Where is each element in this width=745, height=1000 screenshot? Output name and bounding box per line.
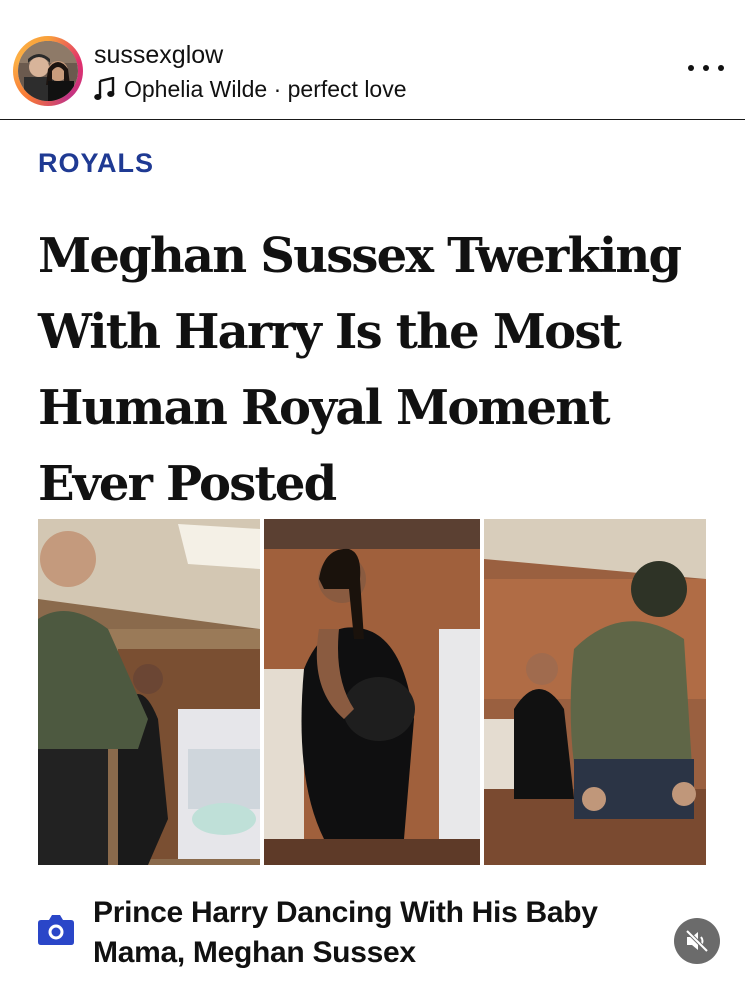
camera-icon (38, 915, 74, 945)
more-options-icon[interactable] (688, 56, 724, 80)
photo-caption: Prince Harry Dancing With His Baby Mama,… (93, 896, 598, 969)
post-header: sussexglow Ophelia Wilde · perfect love (0, 0, 745, 120)
muted-speaker-icon[interactable] (674, 918, 720, 964)
article-category: ROYALS (38, 148, 155, 178)
video-frame-1[interactable] (38, 519, 260, 865)
avatar[interactable] (18, 41, 78, 101)
article-headline: Meghan Sussex Twerking With Harry Is the… (38, 228, 682, 512)
avatar-story-ring[interactable] (13, 36, 83, 106)
music-note-icon (94, 77, 115, 100)
username[interactable]: sussexglow (94, 40, 223, 70)
audio-label: Ophelia Wilde · perfect love (124, 76, 407, 102)
video-frame-3[interactable] (484, 519, 706, 865)
audio-track[interactable]: Ophelia Wilde · perfect love (94, 75, 407, 103)
video-frame-2[interactable] (264, 519, 480, 865)
